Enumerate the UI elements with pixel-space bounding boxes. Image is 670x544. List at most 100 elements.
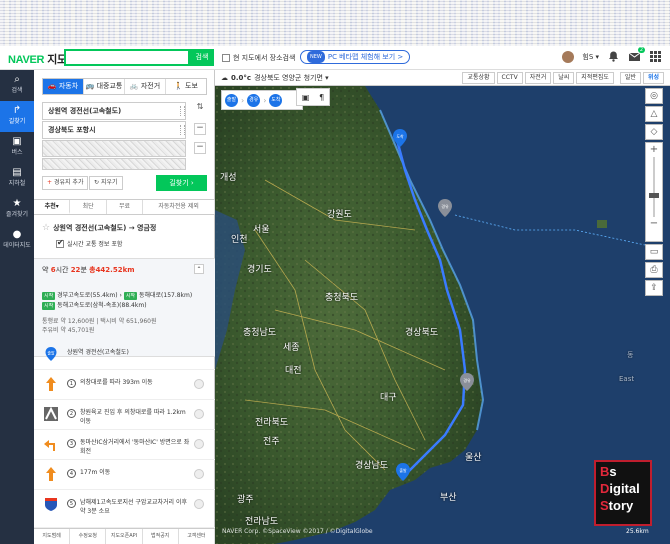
map-label: 경상북도: [405, 328, 439, 338]
nav-directions[interactable]: ↱ 길찾기: [0, 101, 34, 132]
local-search-checkbox[interactable]: [222, 54, 230, 62]
breadcrumb-start[interactable]: 출발: [225, 93, 238, 107]
remove-destination-button[interactable]: −: [194, 123, 206, 135]
watermark-line-1: s: [609, 464, 617, 479]
layer-bicycle[interactable]: 자전거: [524, 72, 552, 84]
restaurant-icon[interactable]: ¶: [319, 93, 324, 102]
share-button[interactable]: ⇪: [645, 280, 663, 296]
zoom-out-icon[interactable]: −: [646, 217, 662, 231]
mail-icon[interactable]: 2: [628, 47, 645, 63]
print-button[interactable]: ⎙: [645, 262, 663, 278]
sort-recommended[interactable]: 추천▾: [34, 200, 71, 214]
search-input[interactable]: [64, 49, 190, 66]
origin-input[interactable]: 상원역 경전선(고속철도): [42, 102, 186, 120]
apps-grid-icon[interactable]: [649, 50, 662, 63]
drag-handle-origin[interactable]: [180, 106, 185, 116]
zoom-slider[interactable]: + −: [645, 142, 663, 242]
waypoint-pin-2[interactable]: 경유: [459, 372, 475, 392]
map-label: 세종: [283, 343, 300, 353]
footer-link[interactable]: 고객센터: [179, 529, 216, 544]
step-start[interactable]: 출발 상원역 경전선(고속철도): [34, 340, 215, 370]
nav-search[interactable]: ⌕ 검색: [0, 70, 34, 101]
step-4[interactable]: 4 177m 이동: [34, 460, 215, 490]
step-view-button[interactable]: [194, 469, 204, 479]
step-view-button[interactable]: [194, 499, 204, 509]
step-3[interactable]: 3 동마산IC삼거리에서 '동마산IC' 방면으로 좌회전: [34, 430, 215, 460]
start-pin[interactable]: 출발: [395, 462, 411, 482]
tab-label: 도보: [185, 82, 198, 90]
waypoint-input-blurred[interactable]: [42, 140, 186, 157]
tab-label: 자전거: [140, 82, 161, 90]
step-2[interactable]: 2 창원육교 진입 후 의창대로를 따라 1.2km 이동: [34, 400, 215, 430]
tab-bicycle[interactable]: 🚲 자전거: [125, 79, 166, 94]
zoom-track[interactable]: [649, 157, 659, 217]
sort-shortest[interactable]: 최단: [70, 200, 107, 214]
clear-button[interactable]: ↻ 지우기: [89, 176, 123, 190]
zoom-thumb[interactable]: [649, 193, 659, 198]
tab-car[interactable]: 🚗 자동차: [43, 79, 84, 94]
step-text: 남해제1고속도로지선 구암교교차거리 이후 약 3분 소요: [80, 499, 187, 515]
bell-icon[interactable]: [607, 50, 620, 63]
compass-button[interactable]: △: [645, 106, 663, 122]
step-text: 177m 이동: [80, 469, 111, 476]
sort-exclude-expressway[interactable]: 자동차전용 제외: [143, 200, 216, 214]
location-button[interactable]: ◇: [645, 124, 663, 140]
breadcrumb-waypoint[interactable]: 경유: [247, 93, 261, 107]
nav-bus[interactable]: ▣ 버스: [0, 132, 34, 163]
nav-favorites[interactable]: ★ 즐겨찾기: [0, 194, 34, 225]
realtime-traffic-checkbox[interactable]: ✔: [56, 238, 64, 248]
map-label: 서울: [253, 225, 270, 235]
footer-link[interactable]: 지도오픈API: [106, 529, 143, 544]
step-1[interactable]: 1 의창대로를 따라 393m 이동: [34, 370, 215, 400]
footer-link[interactable]: 지도범례: [34, 529, 71, 544]
mail-count-badge: 2: [637, 47, 645, 53]
nav-label: 즐겨찾기: [5, 211, 29, 218]
layer-traffic[interactable]: 교통상황: [462, 72, 495, 84]
weather-location[interactable]: ☁ 0.0°c 경상북도 영양군 청기면 ▾: [221, 73, 329, 83]
step-view-button[interactable]: [194, 439, 204, 449]
naver-map-logo[interactable]: NAVER 지도: [8, 51, 67, 67]
swap-route-button[interactable]: ⇅: [194, 102, 206, 114]
drag-handle-destination[interactable]: [180, 125, 185, 135]
avatar[interactable]: [562, 50, 575, 63]
favorite-route[interactable]: ☆ 상원역 경전선(고속철도) → 영금정: [42, 223, 156, 233]
find-route-button[interactable]: 길찾기 ›: [156, 175, 207, 191]
realtime-traffic-label: 실시간 교통 정보 포함: [67, 241, 123, 248]
breadcrumb-end[interactable]: 도착: [269, 93, 283, 107]
nav-data-map[interactable]: ● 데이터지도: [0, 225, 34, 256]
user-name[interactable]: 힘S ▾: [582, 52, 599, 62]
step-5[interactable]: 5 남해제1고속도로지선 구암교교차거리 이후 약 3분 소요: [34, 490, 215, 528]
fullscreen-button[interactable]: ◎: [645, 88, 663, 104]
step-view-button[interactable]: [194, 409, 204, 419]
waypoint-pin-1[interactable]: 경유: [437, 198, 453, 218]
destination-pin[interactable]: 도착: [392, 128, 408, 148]
realtime-traffic-option[interactable]: ✔ 실시간 교통 정보 포함: [56, 238, 123, 248]
footer-link[interactable]: 수정요청: [70, 529, 107, 544]
map-layer-buttons: 교통상황 CCTV 자전거 날씨 지적편집도 일반 위성: [460, 72, 664, 84]
collapse-summary-button[interactable]: ⌃: [194, 264, 204, 274]
add-waypoint-button[interactable]: + 경유지 추가: [42, 176, 89, 190]
layer-cadastral[interactable]: 지적편집도: [576, 72, 614, 84]
waypoint-input-blurred-2[interactable]: [42, 158, 186, 170]
star-outline-icon[interactable]: ☆: [42, 223, 50, 233]
tab-transit[interactable]: 🚌 대중교통: [84, 79, 125, 94]
layer-normal[interactable]: 일반: [619, 72, 641, 84]
zoom-in-icon[interactable]: +: [646, 143, 662, 157]
remove-waypoint-button[interactable]: −: [194, 142, 206, 154]
footer-link[interactable]: 법적공지: [143, 529, 179, 544]
sort-free[interactable]: 무료: [107, 200, 144, 214]
tab-walk[interactable]: 🚶 도보: [166, 79, 206, 94]
bus-icon[interactable]: ▣: [302, 93, 310, 102]
search-button[interactable]: 검색: [190, 49, 214, 66]
measure-button[interactable]: ▭: [645, 244, 663, 260]
layer-cctv[interactable]: CCTV: [496, 72, 523, 84]
destination-input[interactable]: 경상북도 포항시: [42, 121, 186, 139]
step-view-button[interactable]: [194, 379, 204, 389]
layer-weather[interactable]: 날씨: [553, 72, 575, 84]
layer-satellite[interactable]: 위성: [642, 72, 664, 84]
current-location[interactable]: 경상북도 영양군 청기면 ▾: [254, 73, 329, 83]
nav-subway[interactable]: ▤ 지하철: [0, 163, 34, 194]
beta-map-promo-button[interactable]: NEW PC 베타맵 체험해 보기 >: [300, 50, 411, 64]
refresh-icon: ↻: [94, 179, 100, 186]
local-search-option[interactable]: 현 지도에서 장소검색: [222, 53, 295, 63]
